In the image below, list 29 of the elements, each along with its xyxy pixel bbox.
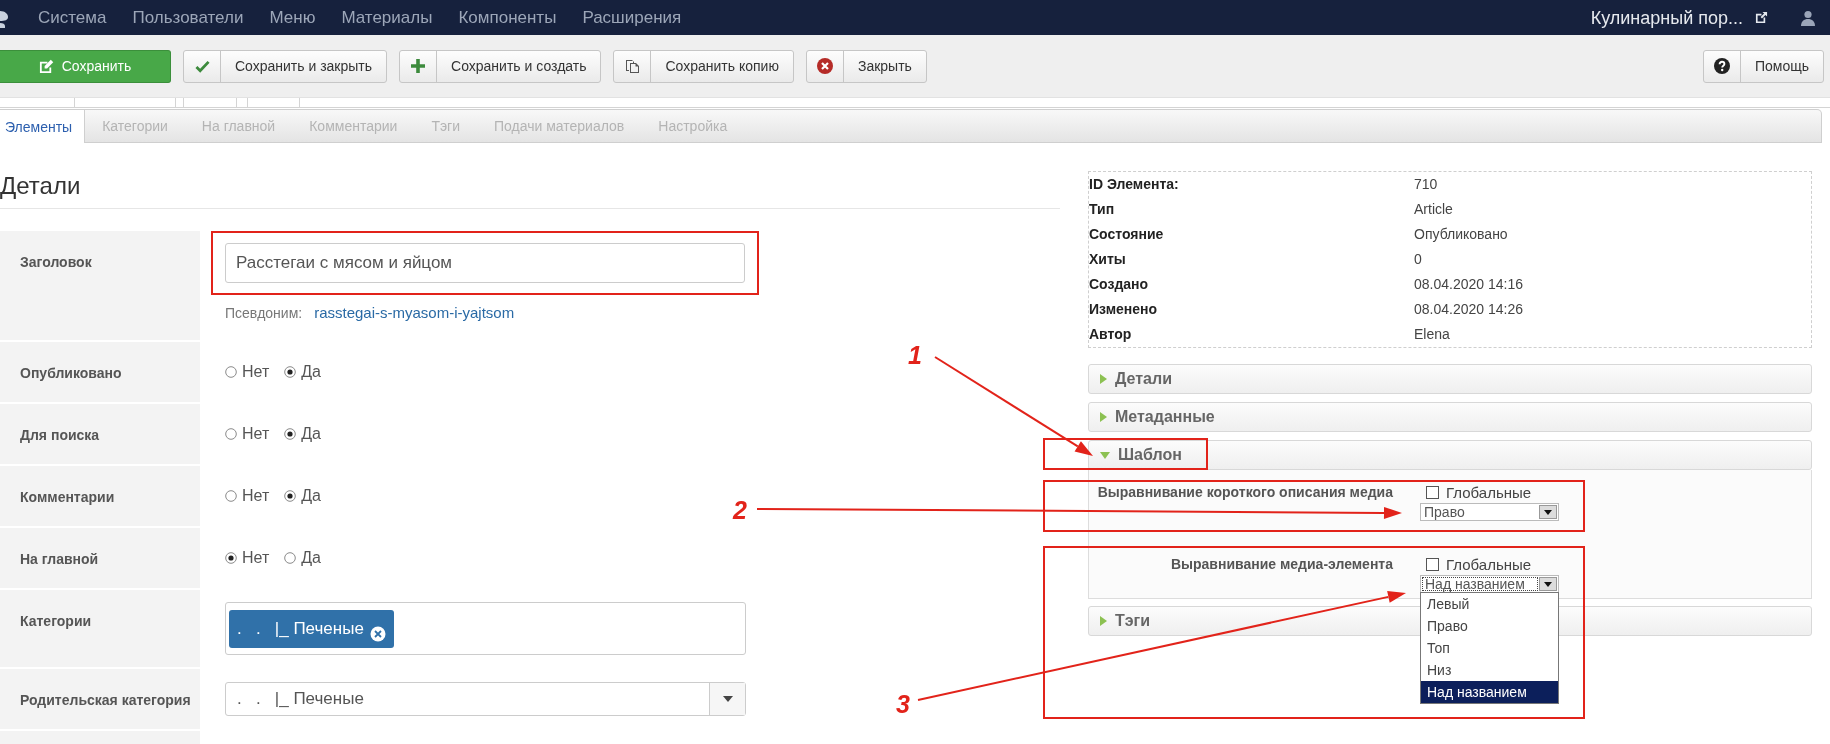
- callout-number: 1: [908, 341, 922, 369]
- info-label: ID Элемента:: [1089, 175, 1180, 194]
- info-value: 0: [1414, 250, 1423, 269]
- label-cell: На главной: [0, 528, 200, 588]
- label-cell: Категории: [0, 590, 200, 667]
- info-value: Article: [1414, 200, 1454, 219]
- info-value: 710: [1414, 175, 1439, 194]
- label-cell: Опубликовано: [0, 342, 200, 402]
- info-label: Изменено: [1089, 300, 1159, 319]
- field-label: Выравнивание короткого описания медиа: [1096, 484, 1393, 502]
- info-value: Elena: [1414, 325, 1451, 344]
- tag-label: . . |_ Печеные: [237, 619, 364, 639]
- info-value: 08.04.2020 14:16: [1414, 275, 1524, 294]
- info-label: Хиты: [1089, 250, 1127, 269]
- info-value: 08.04.2020 14:26: [1414, 300, 1524, 319]
- info-label: Автор: [1089, 325, 1133, 344]
- section-heading: Детали: [0, 171, 81, 200]
- info-label: Создано: [1089, 275, 1150, 294]
- label-cell: Заголовок: [0, 231, 200, 340]
- info-label: Состояние: [1089, 225, 1165, 244]
- field-label: Выравнивание медиа-элемента: [1169, 556, 1393, 574]
- callout-number: 3: [896, 690, 910, 718]
- callout-number: 2: [733, 496, 747, 524]
- label-cell: Родительская категория: [0, 669, 200, 729]
- label-cell: Для поиска: [0, 404, 200, 464]
- info-label: Тип: [1089, 200, 1116, 219]
- info-value: Опубликовано: [1414, 225, 1509, 244]
- label-cell: Комментарии: [0, 466, 200, 526]
- alias-label: Псевдоним:: [225, 305, 303, 321]
